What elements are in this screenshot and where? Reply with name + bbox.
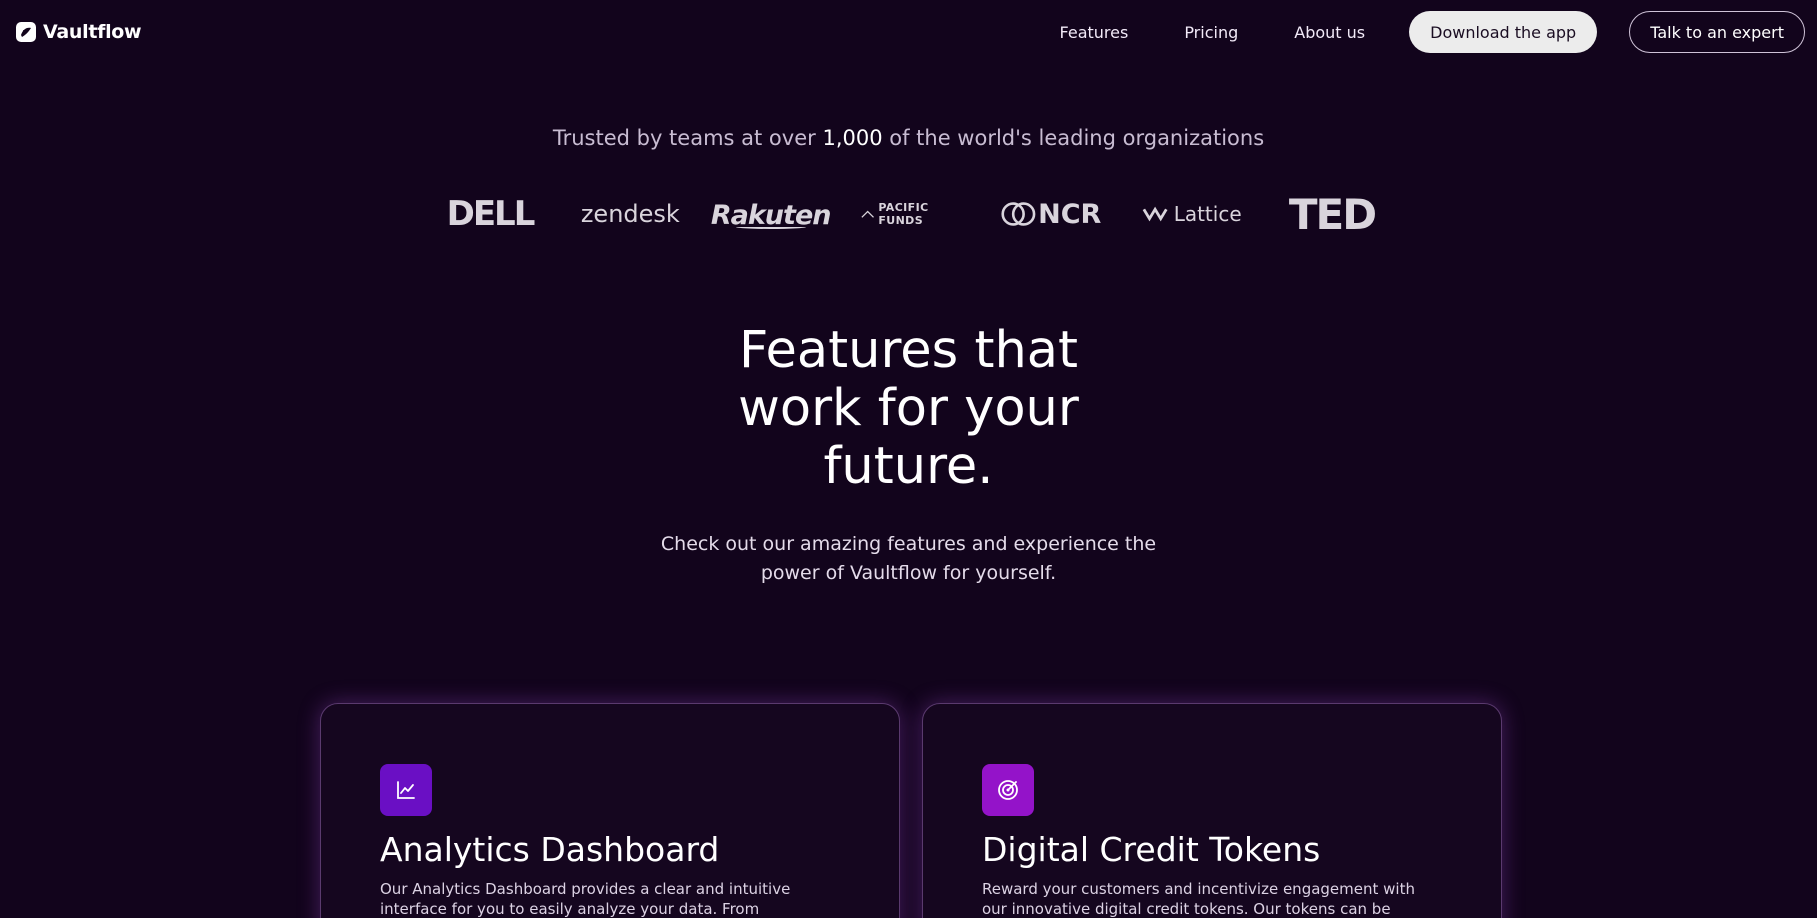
hero-title-line-3: future. bbox=[823, 437, 994, 496]
ncr-wordmark: NCR bbox=[1038, 198, 1102, 230]
hero-subtitle: Check out our amazing features and exper… bbox=[0, 530, 1817, 588]
customer-logos: DELL zendesk Rakuten PACIFIC FUNDS NCR L… bbox=[440, 189, 1382, 239]
hero-title: Features that work for your future. bbox=[0, 322, 1817, 496]
nav-link-pricing[interactable]: Pricing bbox=[1184, 23, 1238, 42]
talk-to-expert-button[interactable]: Talk to an expert bbox=[1629, 11, 1805, 53]
trusted-by-text: Trusted by teams at over 1,000 of the wo… bbox=[0, 126, 1817, 150]
download-app-button[interactable]: Download the app bbox=[1409, 11, 1598, 53]
trusted-suffix: of the world's leading organizations bbox=[882, 126, 1265, 150]
dell-logo: DELL bbox=[446, 194, 536, 234]
pacific-funds-wordmark: PACIFIC FUNDS bbox=[878, 201, 929, 227]
page: Vaultflow Features Pricing About us Down… bbox=[0, 0, 1817, 918]
hero-title-line-2: work for your bbox=[738, 379, 1079, 438]
rakuten-logo: Rakuten bbox=[711, 190, 832, 238]
nav-link-about-us[interactable]: About us bbox=[1294, 23, 1365, 42]
pacific-funds-mark-icon bbox=[861, 210, 874, 218]
vaultflow-logo-icon bbox=[16, 22, 36, 42]
target-icon bbox=[982, 764, 1034, 816]
feature-card-analytics: Analytics Dashboard Our Analytics Dashbo… bbox=[320, 703, 900, 918]
feature-title: Digital Credit Tokens bbox=[982, 830, 1321, 869]
hero-title-line-1: Features that bbox=[738, 321, 1079, 380]
pacific-funds-logo: PACIFIC FUNDS bbox=[861, 190, 961, 238]
ncr-logo: NCR bbox=[1001, 190, 1101, 238]
trusted-prefix: Trusted by teams at over bbox=[552, 126, 823, 150]
feature-description: Reward your customers and incentivize en… bbox=[982, 880, 1415, 918]
trusted-count: 1,000 bbox=[822, 126, 883, 150]
line-chart-icon bbox=[380, 764, 432, 816]
feature-card-credit-tokens: Digital Credit Tokens Reward your custom… bbox=[922, 703, 1502, 918]
hero-subtitle-line-2: power of Vaultflow for yourself. bbox=[760, 562, 1057, 584]
main-nav: Features Pricing About us Download the a… bbox=[1060, 11, 1805, 53]
rakuten-swoosh-icon bbox=[735, 225, 806, 229]
lattice-mark-icon bbox=[1142, 206, 1168, 222]
lattice-logo: Lattice bbox=[1142, 190, 1242, 238]
brand-logo[interactable]: Vaultflow bbox=[16, 21, 142, 43]
nav-link-features[interactable]: Features bbox=[1060, 23, 1129, 42]
ted-logo: TED bbox=[1288, 189, 1377, 239]
brand-name: Vaultflow bbox=[43, 21, 142, 43]
feature-title: Analytics Dashboard bbox=[380, 830, 720, 869]
top-nav: Vaultflow Features Pricing About us Down… bbox=[0, 0, 1817, 64]
lattice-wordmark: Lattice bbox=[1173, 202, 1242, 226]
feature-description: Our Analytics Dashboard provides a clear… bbox=[380, 880, 791, 918]
zendesk-logo: zendesk bbox=[580, 200, 680, 228]
ncr-mark-icon bbox=[1001, 202, 1036, 226]
hero-subtitle-line-1: Check out our amazing features and exper… bbox=[660, 533, 1157, 555]
